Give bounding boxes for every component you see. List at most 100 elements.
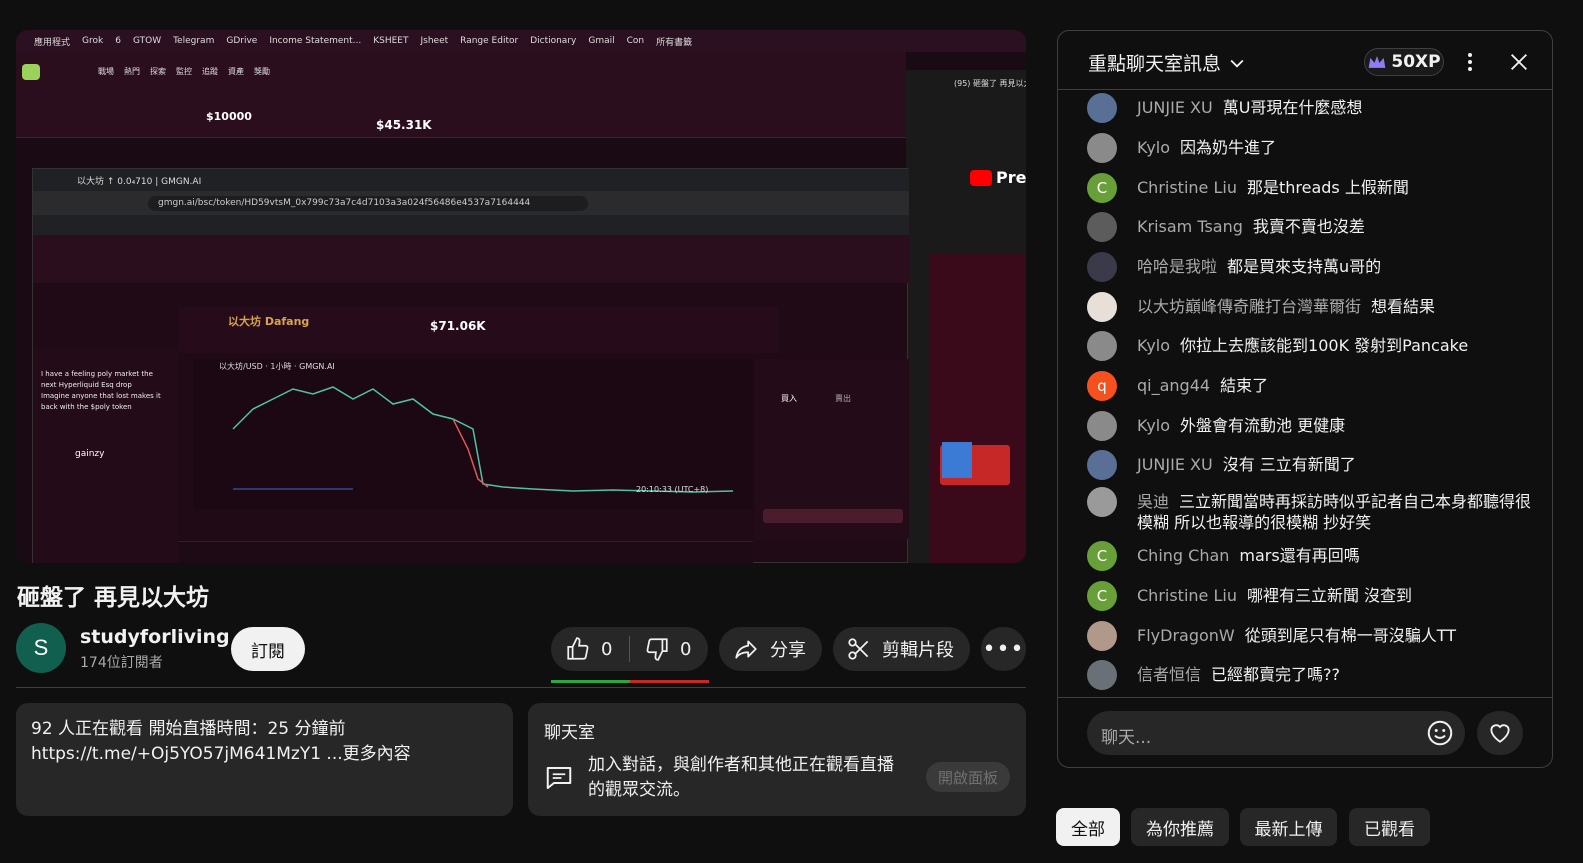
clip-button[interactable]: 剪輯片段 (833, 627, 970, 671)
chat-input-placeholder: 聊天... (1101, 728, 1152, 748)
video-nav-item: 探索 (150, 67, 166, 76)
chat-author-avatar[interactable] (1087, 133, 1117, 163)
inner-candle-chart: 以大坊/USD · 1小時 · GMGN.AI 20:10:33 (UTC+8) (193, 359, 753, 509)
more-actions-button[interactable]: ••• (981, 627, 1026, 671)
chat-message-text: mars還有再回嗎 (1239, 546, 1360, 565)
chat-author-avatar[interactable] (1087, 212, 1117, 242)
chat-author-avatar[interactable] (1087, 450, 1117, 480)
chat-author-avatar[interactable] (1087, 252, 1117, 282)
chat-author-name[interactable]: qi_ang44 (1137, 376, 1210, 395)
chip-all[interactable]: 全部 (1056, 808, 1120, 846)
video-player[interactable]: 應用程式 Grok 6 GTOW Telegram GDrive Income … (16, 30, 1026, 563)
open-panel-button[interactable]: 開啟面板 (926, 762, 1010, 792)
bookmark: GTOW (132, 36, 162, 46)
chat-author-name[interactable]: FlyDragonW (1137, 626, 1235, 645)
chat-message-text: 結束了 (1220, 376, 1269, 395)
chat-author-avatar[interactable] (1087, 93, 1117, 123)
video-nav-item: 監控 (176, 67, 192, 76)
inner-buy-tab: 買入 (781, 394, 797, 403)
more-horizontal-icon: ••• (982, 636, 1025, 662)
share-label: 分享 (770, 640, 806, 661)
channel-avatar[interactable]: S (16, 623, 66, 673)
chat-message-text: 因為奶牛進了 (1180, 138, 1277, 157)
video-side-thumb-blue (942, 442, 972, 478)
chat-author-name[interactable]: JUNJIE XU (1137, 455, 1213, 474)
chat-author-avatar[interactable] (1087, 292, 1117, 322)
like-button[interactable]: 0 (551, 636, 629, 662)
chat-author-name[interactable]: 以大坊巔峰傳奇雕打台灣華爾街 (1137, 297, 1361, 316)
close-icon[interactable] (1508, 51, 1530, 73)
inner-chart-time: 20:10:33 (UTC+8) (636, 485, 709, 494)
chat-author-avatar[interactable] (1087, 331, 1117, 361)
chat-author-name[interactable]: Kylo (1137, 336, 1170, 355)
bookmark: Grok (82, 36, 104, 46)
share-button[interactable]: 分享 (719, 627, 822, 671)
gmgn-logo-icon (22, 64, 40, 80)
video-top-mcap: $45.31K (376, 118, 432, 132)
chat-promo-title: 聊天室 (544, 723, 595, 743)
inner-token-name: 以大坊 Dafang (228, 315, 310, 328)
inner-tabbar: 以大坊 ↑ 0.0₄710 | GMGN.AI (33, 169, 909, 191)
youtube-logo-icon (970, 170, 992, 186)
chat-promo-text: 加入對話，與創作者和其他正在觀看直播的觀眾交流。 (588, 755, 894, 800)
inner-urlbar: gmgn.ai/bsc/token/HD59vtsM_0x799c73a7c4d… (33, 191, 909, 215)
chat-author-name[interactable]: Christine Liu (1137, 178, 1237, 197)
chat-header-divider (1058, 89, 1552, 90)
chat-message-text: 我賣不賣也沒差 (1252, 217, 1365, 236)
chat-input-divider (1058, 697, 1552, 698)
chat-author-avatar[interactable]: C (1087, 541, 1117, 571)
crown-icon (1369, 56, 1386, 68)
video-nav-item: 熱門 (124, 67, 140, 76)
video-nav-item: 資產 (228, 67, 244, 76)
like-dislike-group: 0 0 (551, 627, 708, 671)
inner-url: gmgn.ai/bsc/token/HD59vtsM_0x799c73a7c4d… (148, 196, 588, 211)
chip-recent[interactable]: 最新上傳 (1240, 808, 1337, 846)
channel-name[interactable]: studyforliving (80, 626, 230, 648)
dislike-button[interactable]: 0 (630, 636, 691, 662)
chat-author-name[interactable]: Kylo (1137, 138, 1170, 157)
chat-author-name[interactable]: 吳迪 (1137, 492, 1169, 511)
chat-author-avatar[interactable] (1087, 660, 1117, 690)
video-gmgn-header (16, 52, 906, 138)
chevron-down-icon (1230, 59, 1244, 68)
chat-author-name[interactable]: JUNJIE XU (1137, 98, 1213, 117)
chat-author-avatar[interactable]: C (1087, 173, 1117, 203)
chip-watched[interactable]: 已觀看 (1349, 808, 1430, 846)
chat-author-name[interactable]: Krisam Tsang (1137, 217, 1243, 236)
thumbs-down-icon (646, 638, 668, 661)
chat-author-name[interactable]: Ching Chan (1137, 546, 1229, 565)
chat-message-text: 你拉上去應該能到100K 發射到Pancake (1180, 336, 1469, 355)
chat-author-avatar[interactable] (1087, 411, 1117, 441)
chat-author-name[interactable]: Kylo (1137, 416, 1170, 435)
video-nav-item: 獎勵 (254, 67, 270, 76)
share-icon (735, 640, 757, 659)
xp-badge[interactable]: 50XP (1364, 48, 1444, 76)
youtube-premium-label: Prem (996, 168, 1026, 187)
emoji-icon[interactable] (1425, 718, 1455, 748)
chat-more-vert-icon[interactable] (1462, 47, 1478, 77)
chat-message-text: 從頭到尾只有棉一哥沒騙人TT (1244, 626, 1457, 645)
description-box[interactable]: 92 人正在觀看 開始直播時間：25 分鐘前 https://t.me/+Oj5… (16, 703, 513, 816)
chat-author-name[interactable]: 信者恒信 (1137, 665, 1201, 684)
inner-token-bar: 以大坊 Dafang $71.06K (178, 307, 778, 353)
chat-author-avatar[interactable]: C (1087, 581, 1117, 611)
chat-author-avatar[interactable]: q (1087, 371, 1117, 401)
heart-button[interactable] (1477, 711, 1523, 755)
inner-feed-user: gainzy (75, 449, 105, 459)
description-link[interactable]: https://t.me/+Oj5YO57jM641MzY1 ...更多內容 (31, 742, 498, 767)
clip-label: 剪輯片段 (882, 640, 954, 661)
inner-token-mcap: $71.06K (430, 319, 486, 333)
chat-input-field[interactable]: 聊天... (1087, 711, 1465, 755)
inner-feed: I have a feeling poly market the next Hy… (33, 349, 178, 563)
chip-recommended[interactable]: 為你推薦 (1131, 808, 1229, 846)
chat-author-name[interactable]: 哈哈是我啦 (1137, 257, 1217, 276)
chat-mode-dropdown[interactable]: 重點聊天室訊息 (1088, 49, 1247, 76)
like-ratio-fill (551, 680, 630, 683)
bookmark: Telegram (173, 36, 215, 46)
chat-author-avatar[interactable] (1087, 621, 1117, 651)
chat-author-name[interactable]: Christine Liu (1137, 586, 1237, 605)
subscribe-button[interactable]: 訂閱 (231, 627, 305, 671)
inner-feed-text: I have a feeling poly market the next Hy… (41, 370, 161, 411)
chat-author-avatar[interactable] (1087, 487, 1117, 517)
video-nav-item: 戰場 (98, 67, 114, 76)
